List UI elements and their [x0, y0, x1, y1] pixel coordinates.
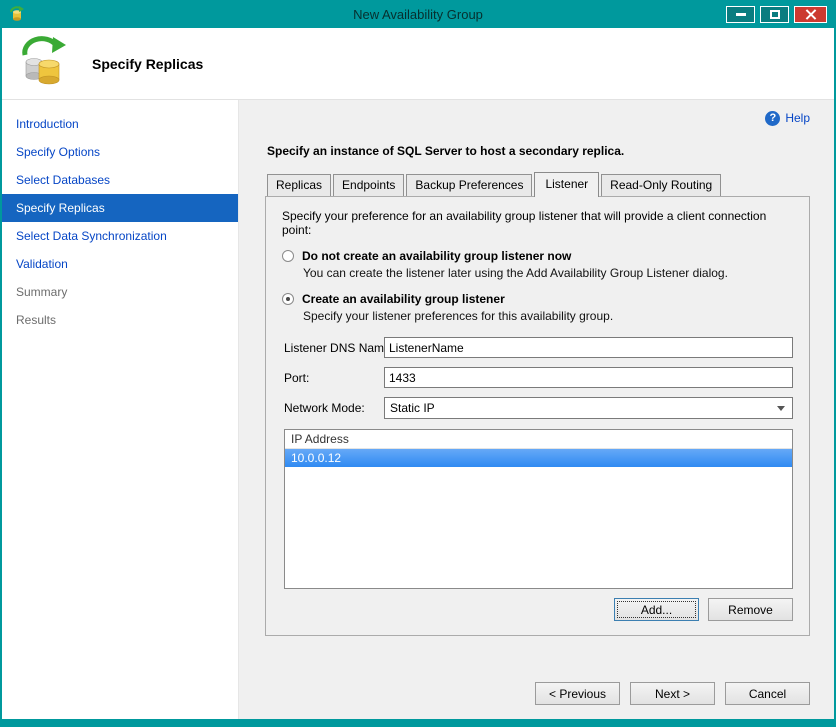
next-button[interactable]: Next > [630, 682, 715, 705]
add-button[interactable]: Add... [614, 598, 699, 621]
listener-tab-panel: Specify your preference for an availabil… [265, 196, 810, 636]
radio-no-listener-description: You can create the listener later using … [303, 266, 728, 280]
sidebar-item-validation[interactable]: Validation [2, 250, 238, 278]
ip-address-list: IP Address 10.0.0.12 [284, 429, 793, 589]
help-link[interactable]: ? Help [265, 108, 810, 128]
app-icon [9, 6, 25, 22]
sidebar-item-specify-options[interactable]: Specify Options [2, 138, 238, 166]
help-icon: ? [765, 110, 781, 126]
radio-create-listener-circle[interactable] [282, 293, 294, 305]
remove-button[interactable]: Remove [708, 598, 793, 621]
port-label: Port: [284, 370, 310, 385]
radio-create-listener-description: Specify your listener preferences for th… [303, 309, 614, 323]
wizard-navigation: < Previous Next > Cancel [265, 682, 810, 705]
wizard-steps-sidebar: Introduction Specify Options Select Data… [2, 100, 239, 719]
wizard-header: Specify Replicas [2, 28, 834, 100]
wizard-body: Introduction Specify Options Select Data… [2, 100, 834, 719]
ip-list-actions: Add... Remove [282, 598, 793, 621]
cancel-button[interactable]: Cancel [725, 682, 810, 705]
page-instruction: Specify an instance of SQL Server to hos… [267, 144, 625, 158]
radio-no-listener-label[interactable]: Do not create an availability group list… [302, 249, 571, 263]
minimize-button[interactable] [726, 5, 755, 23]
main-panel: ? Help Specify an instance of SQL Server… [239, 100, 834, 719]
radio-create-listener-label[interactable]: Create an availability group listener [302, 292, 505, 306]
listener-intro-text: Specify your preference for an availabil… [282, 209, 767, 237]
close-icon [805, 9, 817, 20]
page-title: Specify Replicas [92, 55, 204, 72]
titlebar[interactable]: New Availability Group [2, 0, 834, 28]
sidebar-item-summary: Summary [16, 285, 68, 299]
network-mode-select[interactable]: Static IP [384, 397, 793, 419]
dialog-window: New Availability Group Specify Replicas [0, 0, 836, 727]
network-mode-label: Network Mode: [284, 401, 365, 415]
previous-button[interactable]: < Previous [535, 682, 620, 705]
window-controls [726, 5, 827, 23]
dns-name-label: Listener DNS Name: [284, 340, 395, 355]
window-title: New Availability Group [353, 6, 483, 22]
sidebar-item-select-databases[interactable]: Select Databases [2, 166, 238, 194]
port-input[interactable] [384, 367, 793, 388]
dns-name-input[interactable] [384, 337, 793, 358]
replica-database-icon [18, 34, 72, 93]
sidebar-item-introduction[interactable]: Introduction [2, 110, 238, 138]
sidebar-item-results: Results [16, 313, 57, 327]
ip-address-column-header: IP Address [285, 430, 792, 449]
help-label: Help [785, 111, 810, 125]
radio-create-listener[interactable]: Create an availability group listener [282, 292, 793, 306]
maximize-button[interactable] [760, 5, 789, 23]
tab-strip: Replicas Endpoints Backup Preferences Li… [265, 172, 810, 199]
radio-no-listener-circle[interactable] [282, 250, 294, 262]
sidebar-item-specify-replicas[interactable]: Specify Replicas [2, 194, 238, 222]
sidebar-item-select-data-synchronization[interactable]: Select Data Synchronization [2, 222, 238, 250]
network-mode-value: Static IP [390, 401, 435, 415]
radio-no-listener[interactable]: Do not create an availability group list… [282, 249, 793, 263]
maximize-icon [769, 9, 780, 19]
minimize-icon [735, 12, 746, 16]
chevron-down-icon [777, 405, 785, 411]
close-button[interactable] [794, 5, 827, 23]
listener-fields: Listener DNS Name: Port: Network Mode: S… [284, 337, 793, 419]
list-item[interactable]: 10.0.0.12 [285, 449, 792, 467]
tab-listener[interactable]: Listener [534, 172, 600, 197]
